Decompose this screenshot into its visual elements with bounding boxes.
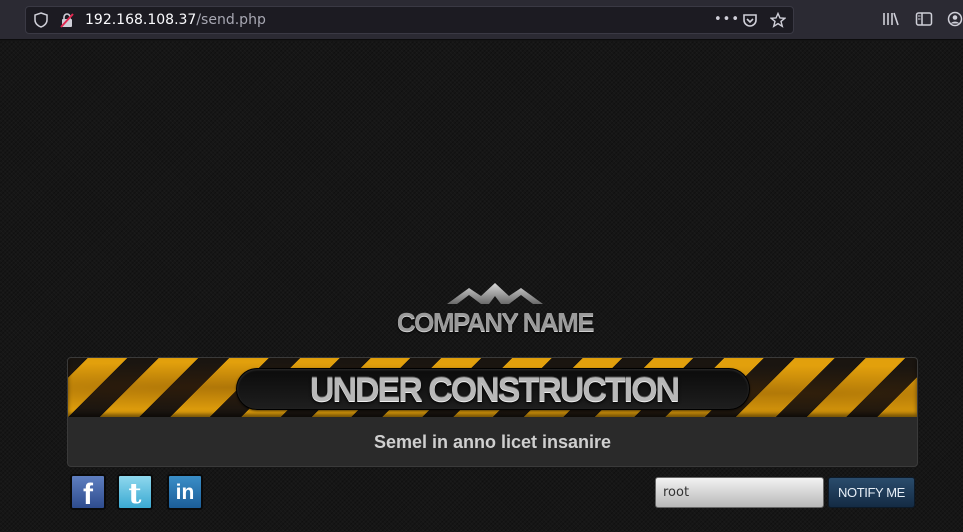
- pocket-icon[interactable]: [742, 12, 758, 28]
- url-bar[interactable]: 192.168.108.37/send.php •••: [25, 6, 794, 34]
- banner-title: UNDER CONSTRUCTION: [309, 371, 680, 409]
- email-input[interactable]: root: [655, 477, 824, 508]
- star-icon[interactable]: [769, 11, 787, 28]
- url-host: 192.168.108.37: [85, 12, 197, 28]
- shield-icon[interactable]: [33, 12, 49, 28]
- linkedin-icon[interactable]: in: [167, 474, 203, 510]
- banner: UNDER CONSTRUCTION: [236, 368, 750, 410]
- page-content: COMPANY NAME UNDER CONSTRUCTION Semel in…: [0, 41, 963, 532]
- sidebar-icon[interactable]: [915, 11, 933, 29]
- library-icon[interactable]: [882, 11, 900, 29]
- company-logo: COMPANY NAME: [380, 280, 610, 340]
- insecure-lock-icon[interactable]: [59, 12, 75, 28]
- more-icon[interactable]: •••: [714, 12, 739, 28]
- facebook-icon[interactable]: f: [70, 474, 106, 511]
- notify-me-button[interactable]: NOTIFY ME: [828, 477, 915, 508]
- tagline: Semel in anno licet insanire: [373, 432, 612, 452]
- construction-panel: UNDER CONSTRUCTION Semel in anno licet i…: [67, 357, 918, 467]
- url-path: /send.php: [196, 12, 266, 28]
- account-icon[interactable]: [946, 11, 963, 29]
- mountain-logo-icon: [447, 283, 543, 304]
- twitter-icon[interactable]: t: [117, 474, 153, 510]
- logo-text: COMPANY NAME: [396, 307, 595, 337]
- url-text[interactable]: 192.168.108.37/send.php: [85, 12, 266, 29]
- browser-toolbar: 192.168.108.37/send.php •••: [0, 0, 963, 40]
